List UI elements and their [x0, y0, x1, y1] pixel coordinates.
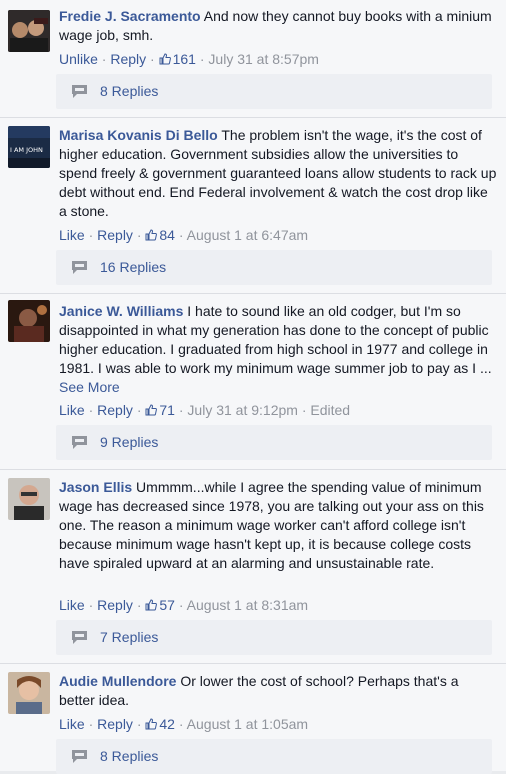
comment-thread: Fredie J. Sacramento And now they cannot…: [0, 0, 506, 118]
thumbs-up-icon: [145, 718, 158, 730]
comment-actions: Unlike · Reply · 161 · July 31 at 8:57pm: [59, 51, 319, 67]
like-link[interactable]: Like: [59, 716, 85, 732]
like-count[interactable]: 71: [145, 402, 175, 418]
reply-arrow-icon: [72, 85, 87, 98]
reply-arrow-icon: [72, 436, 87, 449]
see-more-link[interactable]: See More: [59, 379, 120, 395]
timestamp[interactable]: August 1 at 6:47am: [187, 227, 308, 243]
comment-thread: Audie Mullendore Or lower the cost of sc…: [0, 664, 506, 774]
author-name[interactable]: Janice W. Williams: [59, 303, 183, 319]
svg-text:I AM JOHN: I AM JOHN: [10, 146, 43, 154]
view-replies-button[interactable]: 16 Replies: [56, 250, 492, 285]
author-name[interactable]: Jason Ellis: [59, 479, 132, 495]
replies-count: 7 Replies: [100, 629, 159, 645]
replies-count: 9 Replies: [100, 434, 159, 450]
comment-body: Jason Ellis Ummmm...while I agree the sp…: [59, 478, 498, 573]
thumbs-up-icon: [145, 404, 158, 416]
comment-actions: Like · Reply · 71 · July 31 at 9:12pm · …: [59, 402, 351, 418]
reply-link[interactable]: Reply: [97, 597, 133, 613]
replies-count: 8 Replies: [100, 748, 159, 764]
like-count[interactable]: 84: [145, 227, 175, 243]
timestamp[interactable]: August 1 at 8:31am: [187, 597, 308, 613]
comment-thread: Jason Ellis Ummmm...while I agree the sp…: [0, 470, 506, 664]
comment-body: Janice W. Williams I hate to sound like …: [59, 302, 498, 397]
comment-body: Audie Mullendore Or lower the cost of sc…: [59, 672, 498, 710]
like-count[interactable]: 57: [145, 597, 175, 613]
reply-arrow-icon: [72, 261, 87, 274]
reply-link[interactable]: Reply: [97, 402, 133, 418]
avatar[interactable]: [8, 672, 50, 714]
like-link[interactable]: Like: [59, 402, 85, 418]
author-name[interactable]: Audie Mullendore: [59, 673, 176, 689]
thumbs-up-icon: [145, 599, 158, 611]
edited-label[interactable]: Edited: [310, 402, 350, 418]
thumbs-up-icon: [145, 229, 158, 241]
replies-count: 8 Replies: [100, 83, 159, 99]
view-replies-button[interactable]: 8 Replies: [56, 74, 492, 109]
comment-actions: Like · Reply · 42 · August 1 at 1:05am: [59, 716, 309, 732]
replies-count: 16 Replies: [100, 259, 167, 275]
reply-link[interactable]: Reply: [97, 227, 133, 243]
author-name[interactable]: Fredie J. Sacramento: [59, 8, 201, 24]
like-link[interactable]: Like: [59, 227, 85, 243]
comment-thread: I AM JOHN Marisa Kovanis Di Bello The pr…: [0, 118, 506, 294]
thumbs-up-icon: [159, 53, 171, 65]
like-count[interactable]: 42: [145, 716, 175, 732]
avatar[interactable]: [8, 300, 50, 342]
avatar[interactable]: [8, 10, 50, 52]
comment-body: Fredie J. Sacramento And now they cannot…: [59, 7, 498, 45]
comment-thread: Janice W. Williams I hate to sound like …: [0, 294, 506, 470]
avatar[interactable]: [8, 478, 50, 520]
timestamp[interactable]: July 31 at 9:12pm: [187, 402, 298, 418]
reply-arrow-icon: [72, 631, 87, 644]
like-count[interactable]: 161: [159, 51, 196, 67]
timestamp[interactable]: August 1 at 1:05am: [187, 716, 308, 732]
timestamp[interactable]: July 31 at 8:57pm: [208, 51, 319, 67]
reply-link[interactable]: Reply: [110, 51, 146, 67]
reply-link[interactable]: Reply: [97, 716, 133, 732]
comment-actions: Like · Reply · 57 · August 1 at 8:31am: [59, 597, 309, 613]
like-link[interactable]: Like: [59, 597, 85, 613]
avatar[interactable]: I AM JOHN: [8, 126, 50, 168]
reply-arrow-icon: [72, 750, 87, 763]
view-replies-button[interactable]: 9 Replies: [56, 425, 492, 460]
view-replies-button[interactable]: 7 Replies: [56, 620, 492, 655]
comment-body: Marisa Kovanis Di Bello The problem isn'…: [59, 126, 498, 221]
view-replies-button[interactable]: 8 Replies: [56, 739, 492, 774]
unlike-link[interactable]: Unlike: [59, 51, 98, 67]
comment-actions: Like · Reply · 84 · August 1 at 6:47am: [59, 227, 309, 243]
author-name[interactable]: Marisa Kovanis Di Bello: [59, 127, 218, 143]
